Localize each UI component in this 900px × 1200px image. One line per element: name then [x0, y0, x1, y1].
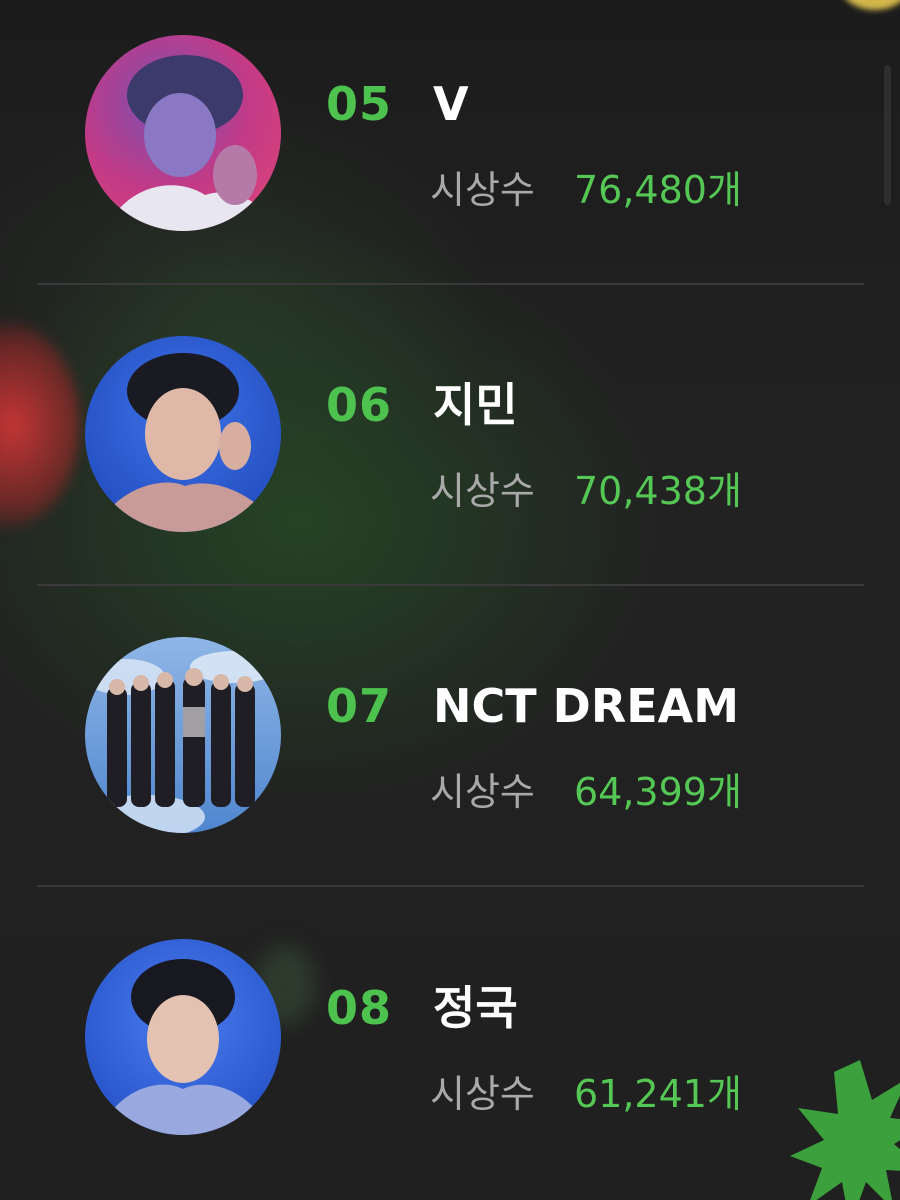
avatar-image [85, 637, 281, 833]
stat-value: 70,438개 [574, 469, 742, 513]
artist-name: NCT DREAM [433, 679, 740, 733]
artist-avatar [85, 35, 281, 231]
rank-number: 08 [326, 981, 393, 1035]
ranking-row[interactable]: 05 V 시상수 76,480개 [0, 0, 900, 300]
rank-number: 07 [326, 679, 393, 733]
ranking-screen: 05 V 시상수 76,480개 06 지민 시상수 70,438개 07 NC… [0, 0, 900, 1200]
artist-avatar [85, 336, 281, 532]
avatar-image [85, 336, 281, 532]
row-divider [37, 584, 864, 586]
ranking-row[interactable]: 06 지민 시상수 70,438개 [0, 301, 900, 601]
rank-number: 06 [326, 378, 393, 432]
stat-value: 61,241개 [574, 1072, 742, 1116]
artist-avatar [85, 637, 281, 833]
rank-number: 05 [326, 77, 393, 131]
stat-label: 시상수 [430, 168, 535, 212]
row-divider [37, 283, 864, 285]
stat-value: 64,399개 [574, 770, 742, 814]
artist-name: 지민 [433, 378, 518, 432]
ranking-row[interactable]: 07 NCT DREAM 시상수 64,399개 [0, 602, 900, 902]
artist-name: V [433, 77, 469, 131]
avatar-image [85, 939, 281, 1135]
artist-avatar [85, 939, 281, 1135]
stat-value: 76,480개 [574, 168, 742, 212]
stat-label: 시상수 [430, 1072, 535, 1116]
stat-label: 시상수 [430, 469, 535, 513]
row-divider [37, 885, 864, 887]
stat-label: 시상수 [430, 770, 535, 814]
avatar-image [85, 35, 281, 231]
artist-name: 정국 [433, 981, 518, 1035]
ranking-row[interactable]: 08 정국 시상수 61,241개 [0, 904, 900, 1200]
